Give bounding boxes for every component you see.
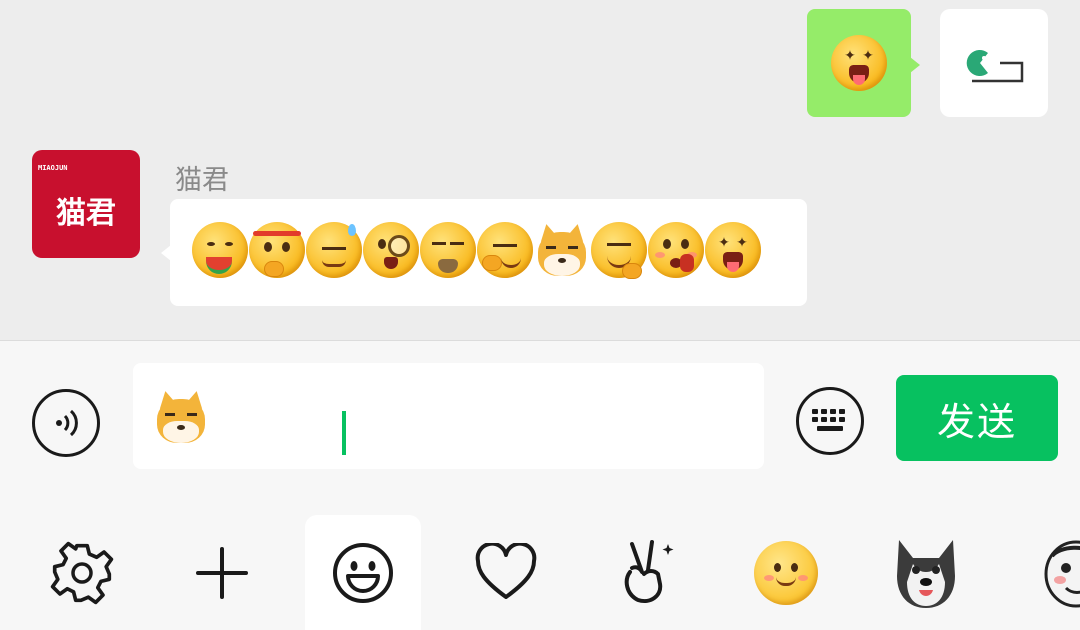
tab-sticker-meme[interactable] (1008, 515, 1080, 630)
voice-button[interactable] (32, 389, 100, 457)
message-input[interactable] (133, 363, 764, 469)
settings-icon (50, 541, 114, 604)
tab-favorites[interactable] (448, 515, 564, 630)
star-eyes-tongue-emoji: ✦ ✦ (831, 35, 887, 91)
yellow-smiley-sticker-icon (754, 540, 818, 605)
victory-hand-icon (624, 539, 674, 603)
headband-shush-emoji (249, 222, 305, 278)
plus-icon (196, 546, 248, 599)
avatar-small-text: MIAOJUN (38, 164, 68, 172)
emoji-row: ✦ ✦ (192, 222, 761, 278)
doge-emoji (153, 389, 209, 445)
sweat-flat-emoji (306, 222, 362, 278)
tab-sticker-smiley[interactable] (728, 515, 844, 630)
doge-emoji (534, 222, 590, 278)
tab-sticker-husky[interactable] (868, 515, 984, 630)
my-avatar[interactable] (940, 9, 1048, 117)
blush-hand-emoji (648, 222, 704, 278)
sender-name: 猫君 (175, 165, 229, 196)
monocle-emoji (363, 222, 419, 278)
star-eyes-tongue-emoji: ✦ ✦ (705, 222, 761, 278)
tab-emoji[interactable] (305, 515, 421, 630)
contact-avatar[interactable]: MIAOJUN 猫君 (32, 150, 140, 258)
smug-thumb-emoji (591, 222, 647, 278)
husky-sticker-icon (897, 539, 955, 608)
incoming-message-bubble[interactable]: ✦ ✦ (161, 199, 807, 306)
smiley-icon (333, 542, 393, 603)
tab-settings[interactable] (24, 515, 140, 630)
tab-gestures[interactable] (588, 515, 704, 630)
heart-icon (475, 542, 537, 599)
outgoing-message-bubble[interactable]: ✦ ✦ (807, 9, 920, 117)
text-caret (342, 411, 346, 455)
meme-face-sticker-icon (1044, 540, 1080, 607)
avatar-text: 猫君 (56, 196, 116, 231)
input-bar: 发送 (0, 340, 1080, 630)
pacman-logo-icon (966, 50, 1024, 83)
smirk-emoji (477, 222, 533, 278)
keyboard-button[interactable] (796, 387, 864, 455)
voice-icon (56, 409, 78, 437)
keyboard-icon (812, 409, 845, 431)
tab-add[interactable] (164, 515, 280, 630)
send-button[interactable]: 发送 (896, 375, 1058, 461)
beard-emoji (420, 222, 476, 278)
emoji-panel-tabs (0, 515, 1080, 630)
eating-watermelon-emoji (192, 222, 248, 278)
chat-area: ✦ ✦ MIAOJUN 猫君 猫君 ✦ ✦ (0, 0, 1080, 340)
